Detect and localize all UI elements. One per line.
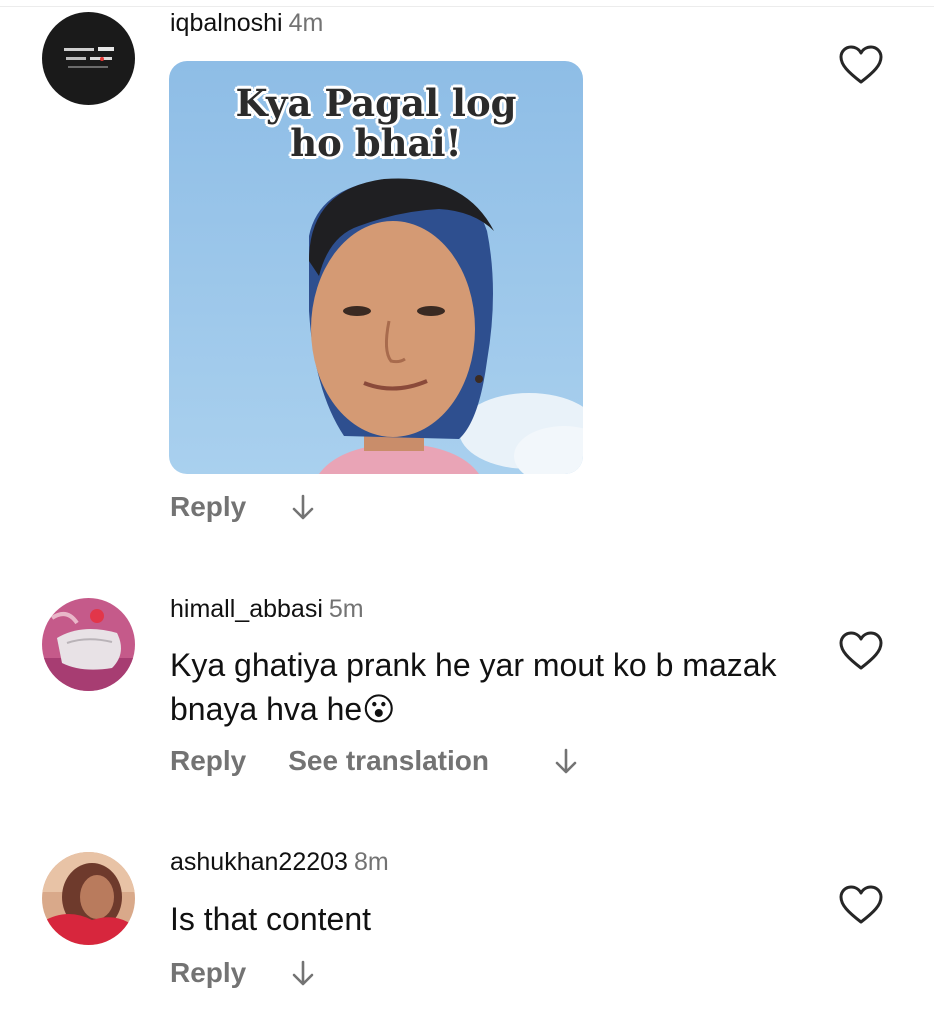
heart-outline-icon[interactable] [838, 630, 884, 672]
comment-text: Kya ghatiya prank he yar mout ko b mazak… [170, 647, 777, 727]
comment-author[interactable]: himall_abbasi 5m [170, 595, 364, 624]
username[interactable]: iqbalnoshi [170, 9, 283, 37]
timestamp: 8m [353, 848, 389, 876]
comments-page: iqbalnoshi 4m Kya Pagal log ho bhai! Rep… [0, 0, 934, 1024]
heart-outline-icon[interactable] [838, 44, 884, 86]
avatar[interactable] [42, 598, 135, 691]
timestamp: 5m [328, 595, 364, 623]
heart-outline-icon[interactable] [838, 884, 884, 926]
comment-author[interactable]: ashukhan22203 8m [170, 848, 389, 877]
arrow-down-icon[interactable] [551, 746, 581, 776]
sticker-caption-line-2: ho bhai! [290, 121, 462, 165]
dark-poetry-avatar-icon [42, 12, 135, 105]
comment-text: Is that content [170, 901, 372, 937]
sticker-image[interactable]: Kya Pagal log ho bhai! [169, 61, 583, 474]
sticker-caption-line-1: Kya Pagal log [235, 81, 517, 125]
arrow-down-icon[interactable] [288, 958, 318, 988]
timestamp: 4m [288, 9, 324, 37]
arrow-down-icon[interactable] [288, 492, 318, 522]
comment-actions: Reply See translation [170, 741, 581, 781]
comment-actions: Reply [170, 953, 318, 993]
comment-actions: Reply [170, 487, 318, 527]
username[interactable]: himall_abbasi [170, 595, 323, 623]
divider [0, 6, 934, 7]
red-photo-avatar-icon [42, 852, 135, 945]
reply-button[interactable]: Reply [170, 745, 246, 777]
sticker-caption: Kya Pagal log ho bhai! [169, 83, 583, 163]
avatar[interactable] [42, 12, 135, 105]
reply-button[interactable]: Reply [170, 957, 246, 989]
comment-author[interactable]: iqbalnoshi 4m [170, 9, 323, 38]
reply-button[interactable]: Reply [170, 491, 246, 523]
avatar[interactable] [42, 852, 135, 945]
see-translation-button[interactable]: See translation [288, 745, 489, 777]
pink-photo-avatar-icon [42, 598, 135, 691]
username[interactable]: ashukhan22203 [170, 848, 348, 876]
